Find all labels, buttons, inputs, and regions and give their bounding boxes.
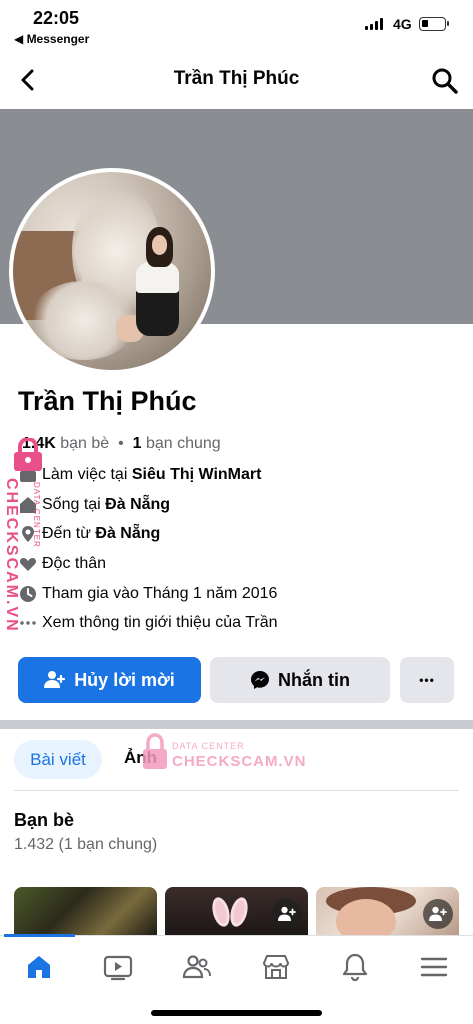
info-work: Làm việc tại Siêu Thị WinMart xyxy=(18,462,458,488)
mutual-count: 1 xyxy=(132,435,142,452)
menu-icon[interactable] xyxy=(419,952,449,982)
battery-icon xyxy=(419,17,449,31)
info-joined: Tham gia vào Tháng 1 năm 2016 xyxy=(18,581,458,607)
lock-icon xyxy=(140,733,170,771)
home-icon[interactable] xyxy=(24,952,54,982)
mutual-label: bạn chung xyxy=(145,435,221,452)
friend-card[interactable] xyxy=(165,887,308,935)
tabs-divider xyxy=(14,790,459,791)
active-tab-indicator xyxy=(4,934,75,937)
page-title: Trần Thị Phúc xyxy=(173,68,300,89)
back-to-messenger-link[interactable]: ◀ Messenger xyxy=(14,32,89,46)
bell-icon[interactable] xyxy=(340,952,370,982)
add-friend-icon[interactable] xyxy=(423,899,453,929)
cancel-request-button[interactable]: Hủy lời mời xyxy=(18,657,201,703)
messenger-icon xyxy=(250,670,270,690)
status-bar: 22:05 ◀ Messenger 4G xyxy=(0,0,473,52)
friends-section-count: 1.432 (1 bạn chung) xyxy=(14,836,158,853)
friend-card[interactable] xyxy=(316,887,459,935)
section-divider xyxy=(0,720,473,729)
from-place[interactable]: Đà Nẵng xyxy=(95,525,160,543)
profile-name: Trần Thị Phúc xyxy=(18,386,197,416)
message-button[interactable]: Nhắn tin xyxy=(210,657,390,703)
video-icon[interactable] xyxy=(103,952,133,982)
work-place[interactable]: Siêu Thị WinMart xyxy=(132,466,262,484)
tab-posts[interactable]: Bài viết xyxy=(14,740,102,779)
add-friend-icon[interactable] xyxy=(272,899,302,929)
status-time: 22:05 xyxy=(33,8,80,28)
friends-section-title: Bạn bè xyxy=(14,810,75,830)
search-icon[interactable] xyxy=(430,66,460,96)
info-see-about[interactable]: Xem thông tin giới thiệu của Trần xyxy=(18,610,458,636)
friends-icon[interactable] xyxy=(182,952,212,982)
marketplace-icon[interactable] xyxy=(261,952,291,982)
bottom-navigation xyxy=(0,934,473,1024)
more-options-button[interactable]: ••• xyxy=(400,657,454,703)
signal-icon xyxy=(365,18,383,30)
network-type: 4G xyxy=(393,16,412,32)
info-from: Đến từ Đà Nẵng xyxy=(18,521,458,547)
home-indicator[interactable] xyxy=(151,1010,322,1016)
watermark-center: DATA CENTER CHECKSCAM.VN xyxy=(140,733,340,778)
avatar[interactable] xyxy=(9,168,215,374)
friends-label: bạn bè xyxy=(60,435,110,452)
profile-photo xyxy=(13,172,211,370)
person-add-icon xyxy=(44,670,66,690)
profile-header: Trần Thị Phúc xyxy=(0,56,473,104)
friend-card[interactable] xyxy=(14,887,157,935)
lock-icon xyxy=(8,436,48,472)
watermark-left: CHECKSCAM.VN DATA CENTER xyxy=(2,436,52,638)
battery-level xyxy=(422,20,428,27)
info-lives: Sống tại Đà Nẵng xyxy=(18,492,458,518)
info-relationship: Độc thân xyxy=(18,551,458,577)
live-place[interactable]: Đà Nẵng xyxy=(105,496,170,514)
